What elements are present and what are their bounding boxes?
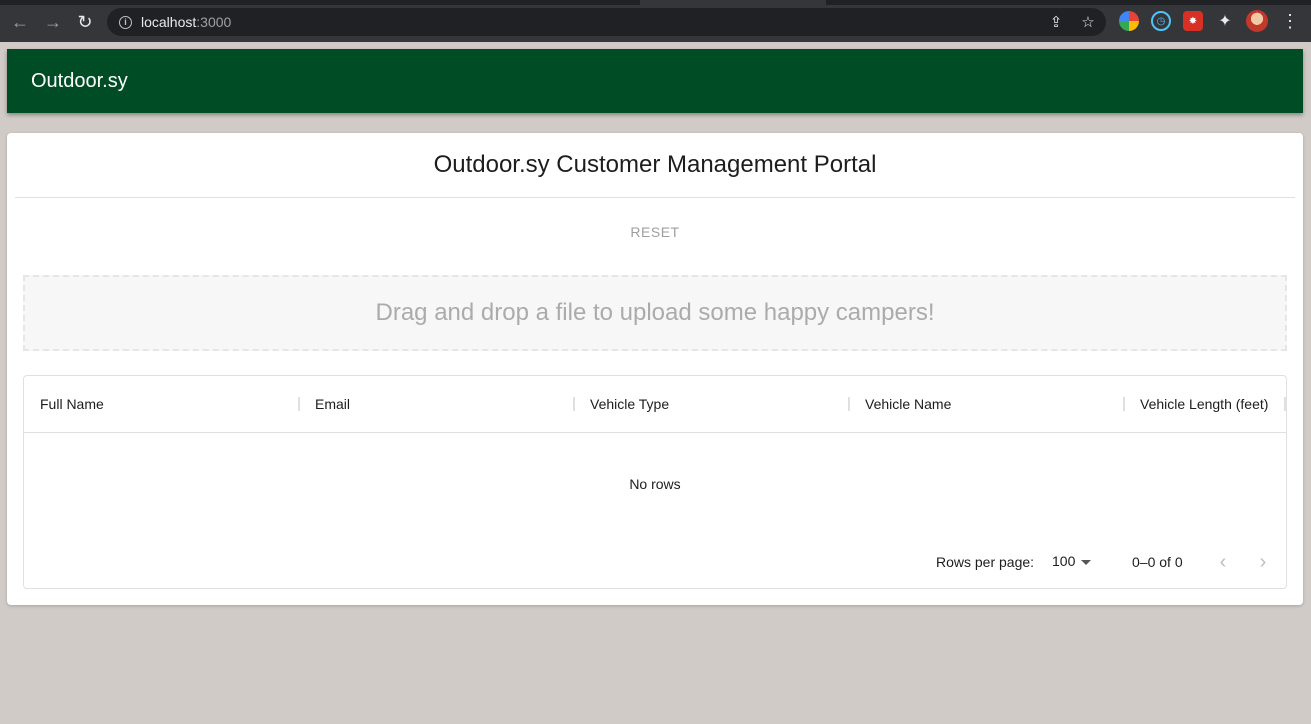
forward-arrow-icon[interactable]: → [41, 10, 65, 34]
color-extension-icon[interactable] [1119, 11, 1139, 31]
column-header-vehicle-name[interactable]: Vehicle Name [865, 376, 951, 432]
column-separator[interactable] [573, 397, 575, 411]
title-divider [15, 197, 1295, 198]
rows-per-page-label: Rows per page: [936, 554, 1035, 570]
rows-per-page-select[interactable]: 100 [1052, 553, 1092, 569]
url-host: localhost [141, 14, 197, 30]
column-header-vehicle-type[interactable]: Vehicle Type [590, 376, 669, 432]
clock-extension-icon[interactable]: ◷ [1151, 11, 1171, 31]
dropdown-caret-icon [1081, 559, 1092, 565]
column-header-vehicle-length[interactable]: Vehicle Length (feet) [1140, 376, 1268, 432]
app-title: Outdoor.sy [31, 69, 128, 92]
empty-state-text: No rows [629, 476, 681, 492]
page-range-text: 0–0 of 0 [1132, 554, 1183, 570]
tab-strip [0, 0, 1311, 5]
reload-icon[interactable]: ↻ [73, 10, 97, 34]
column-separator[interactable] [1284, 397, 1286, 411]
bookmark-star-icon[interactable]: ☆ [1078, 12, 1098, 32]
reset-button[interactable]: RESET [615, 219, 695, 245]
column-separator[interactable] [848, 397, 850, 411]
profile-avatar[interactable] [1246, 10, 1268, 32]
file-dropzone[interactable]: Drag and drop a file to upload some happ… [23, 275, 1287, 351]
omnibox-actions: ⇪ ☆ [1046, 12, 1098, 32]
page-title: Outdoor.sy Customer Management Portal [433, 151, 877, 178]
column-header-full-name[interactable]: Full Name [40, 376, 104, 432]
browser-toolbar: ← → ↻ i localhost:3000 ⇪ ☆ ◷ ✸ ✦ ⋮ [0, 0, 1311, 42]
table-header: Full Name Email Vehicle Type Vehicle Nam… [24, 376, 1286, 433]
active-tab[interactable] [640, 0, 826, 5]
share-icon[interactable]: ⇪ [1046, 12, 1066, 32]
address-bar[interactable]: i localhost:3000 ⇪ ☆ [107, 8, 1106, 36]
previous-page-button[interactable]: ‹ [1209, 548, 1237, 576]
puzzle-extensions-icon[interactable]: ✦ [1215, 11, 1235, 31]
table-pagination: Rows per page: 100 0–0 of 0 ‹ › [24, 544, 1286, 580]
back-arrow-icon[interactable]: ← [8, 10, 32, 34]
browser-menu-icon[interactable]: ⋮ [1280, 10, 1300, 32]
column-header-email[interactable]: Email [315, 376, 350, 432]
dropzone-text: Drag and drop a file to upload some happ… [375, 299, 935, 326]
next-page-button[interactable]: › [1249, 548, 1277, 576]
site-info-icon[interactable]: i [119, 15, 132, 29]
portal-card: Outdoor.sy Customer Management Portal RE… [7, 133, 1303, 605]
url-port: :3000 [196, 14, 232, 30]
customers-table: Full Name Email Vehicle Type Vehicle Nam… [23, 375, 1287, 589]
column-separator[interactable] [298, 397, 300, 411]
url-text[interactable]: localhost:3000 [141, 14, 231, 30]
app-header: Outdoor.sy [7, 49, 1303, 113]
red-extension-icon[interactable]: ✸ [1183, 11, 1203, 31]
column-separator[interactable] [1123, 397, 1125, 411]
rows-per-page-value: 100 [1052, 553, 1076, 569]
